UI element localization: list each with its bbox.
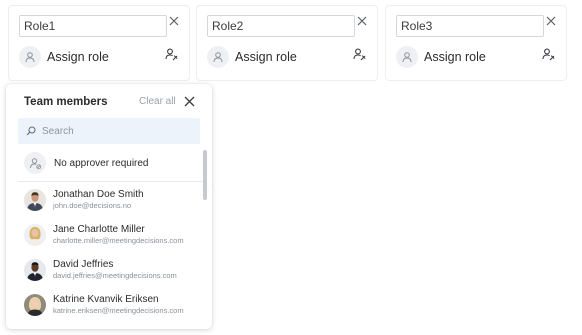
avatar [24, 189, 46, 211]
assign-role-label: Assign role [235, 50, 297, 64]
member-item[interactable]: Jane Charlotte Miller charlotte.miller@m… [24, 220, 202, 250]
avatar [24, 224, 46, 246]
member-email: john.doe@decisions.no [53, 201, 132, 210]
avatar [24, 259, 46, 281]
divider [212, 185, 213, 186]
person-icon [396, 46, 418, 68]
no-approver-option[interactable]: No approver required [24, 151, 149, 175]
role-card-1: Assign role [8, 5, 190, 81]
member-email: charlotte.miller@meetingdecisions.com [53, 236, 184, 245]
search-icon [26, 126, 36, 136]
person-icon [19, 46, 41, 68]
member-item[interactable]: Katrine Kvanvik Eriksen katrine.eriksen@… [24, 290, 202, 320]
person-icon [207, 46, 229, 68]
no-approver-label: No approver required [54, 157, 149, 169]
divider [18, 181, 204, 182]
member-email: katrine.eriksen@meetingdecisions.com [53, 306, 184, 315]
member-name: Katrine Kvanvik Eriksen [53, 294, 159, 305]
close-icon[interactable] [357, 16, 367, 26]
assign-role-button[interactable]: Assign role [396, 45, 486, 69]
assign-role-label: Assign role [424, 50, 486, 64]
search-box [18, 118, 200, 144]
scrollbar-thumb[interactable] [203, 150, 207, 200]
assign-person-icon[interactable] [542, 48, 555, 61]
assign-role-button[interactable]: Assign role [207, 45, 297, 69]
assign-person-icon[interactable] [353, 48, 366, 61]
role-card-2: Assign role [196, 5, 378, 81]
role-name-input[interactable] [207, 15, 355, 37]
close-icon[interactable] [169, 16, 179, 26]
assign-role-label: Assign role [47, 50, 109, 64]
team-members-dropdown: Team members Clear all No approver requi… [6, 84, 212, 329]
clear-all-button[interactable]: Clear all [139, 96, 176, 107]
member-name: David Jeffries [53, 259, 114, 270]
member-item[interactable]: David Jeffries david.jeffries@meetingdec… [24, 255, 202, 285]
member-name: Jonathan Doe Smith [53, 189, 144, 200]
member-email: david.jeffries@meetingdecisions.com [53, 271, 177, 280]
role-name-input[interactable] [396, 15, 544, 37]
assign-person-icon[interactable] [165, 48, 178, 61]
member-item[interactable]: Jonathan Doe Smith john.doe@decisions.no [24, 185, 202, 215]
dropdown-title: Team members [24, 96, 108, 108]
search-input[interactable] [42, 125, 192, 137]
role-name-input[interactable] [19, 15, 167, 37]
assign-role-button[interactable]: Assign role [19, 45, 109, 69]
close-icon[interactable] [184, 96, 195, 107]
person-blocked-icon [24, 152, 46, 174]
avatar [24, 294, 46, 316]
member-name: Jane Charlotte Miller [53, 224, 145, 235]
role-card-3: Assign role [385, 5, 567, 81]
close-icon[interactable] [546, 16, 556, 26]
